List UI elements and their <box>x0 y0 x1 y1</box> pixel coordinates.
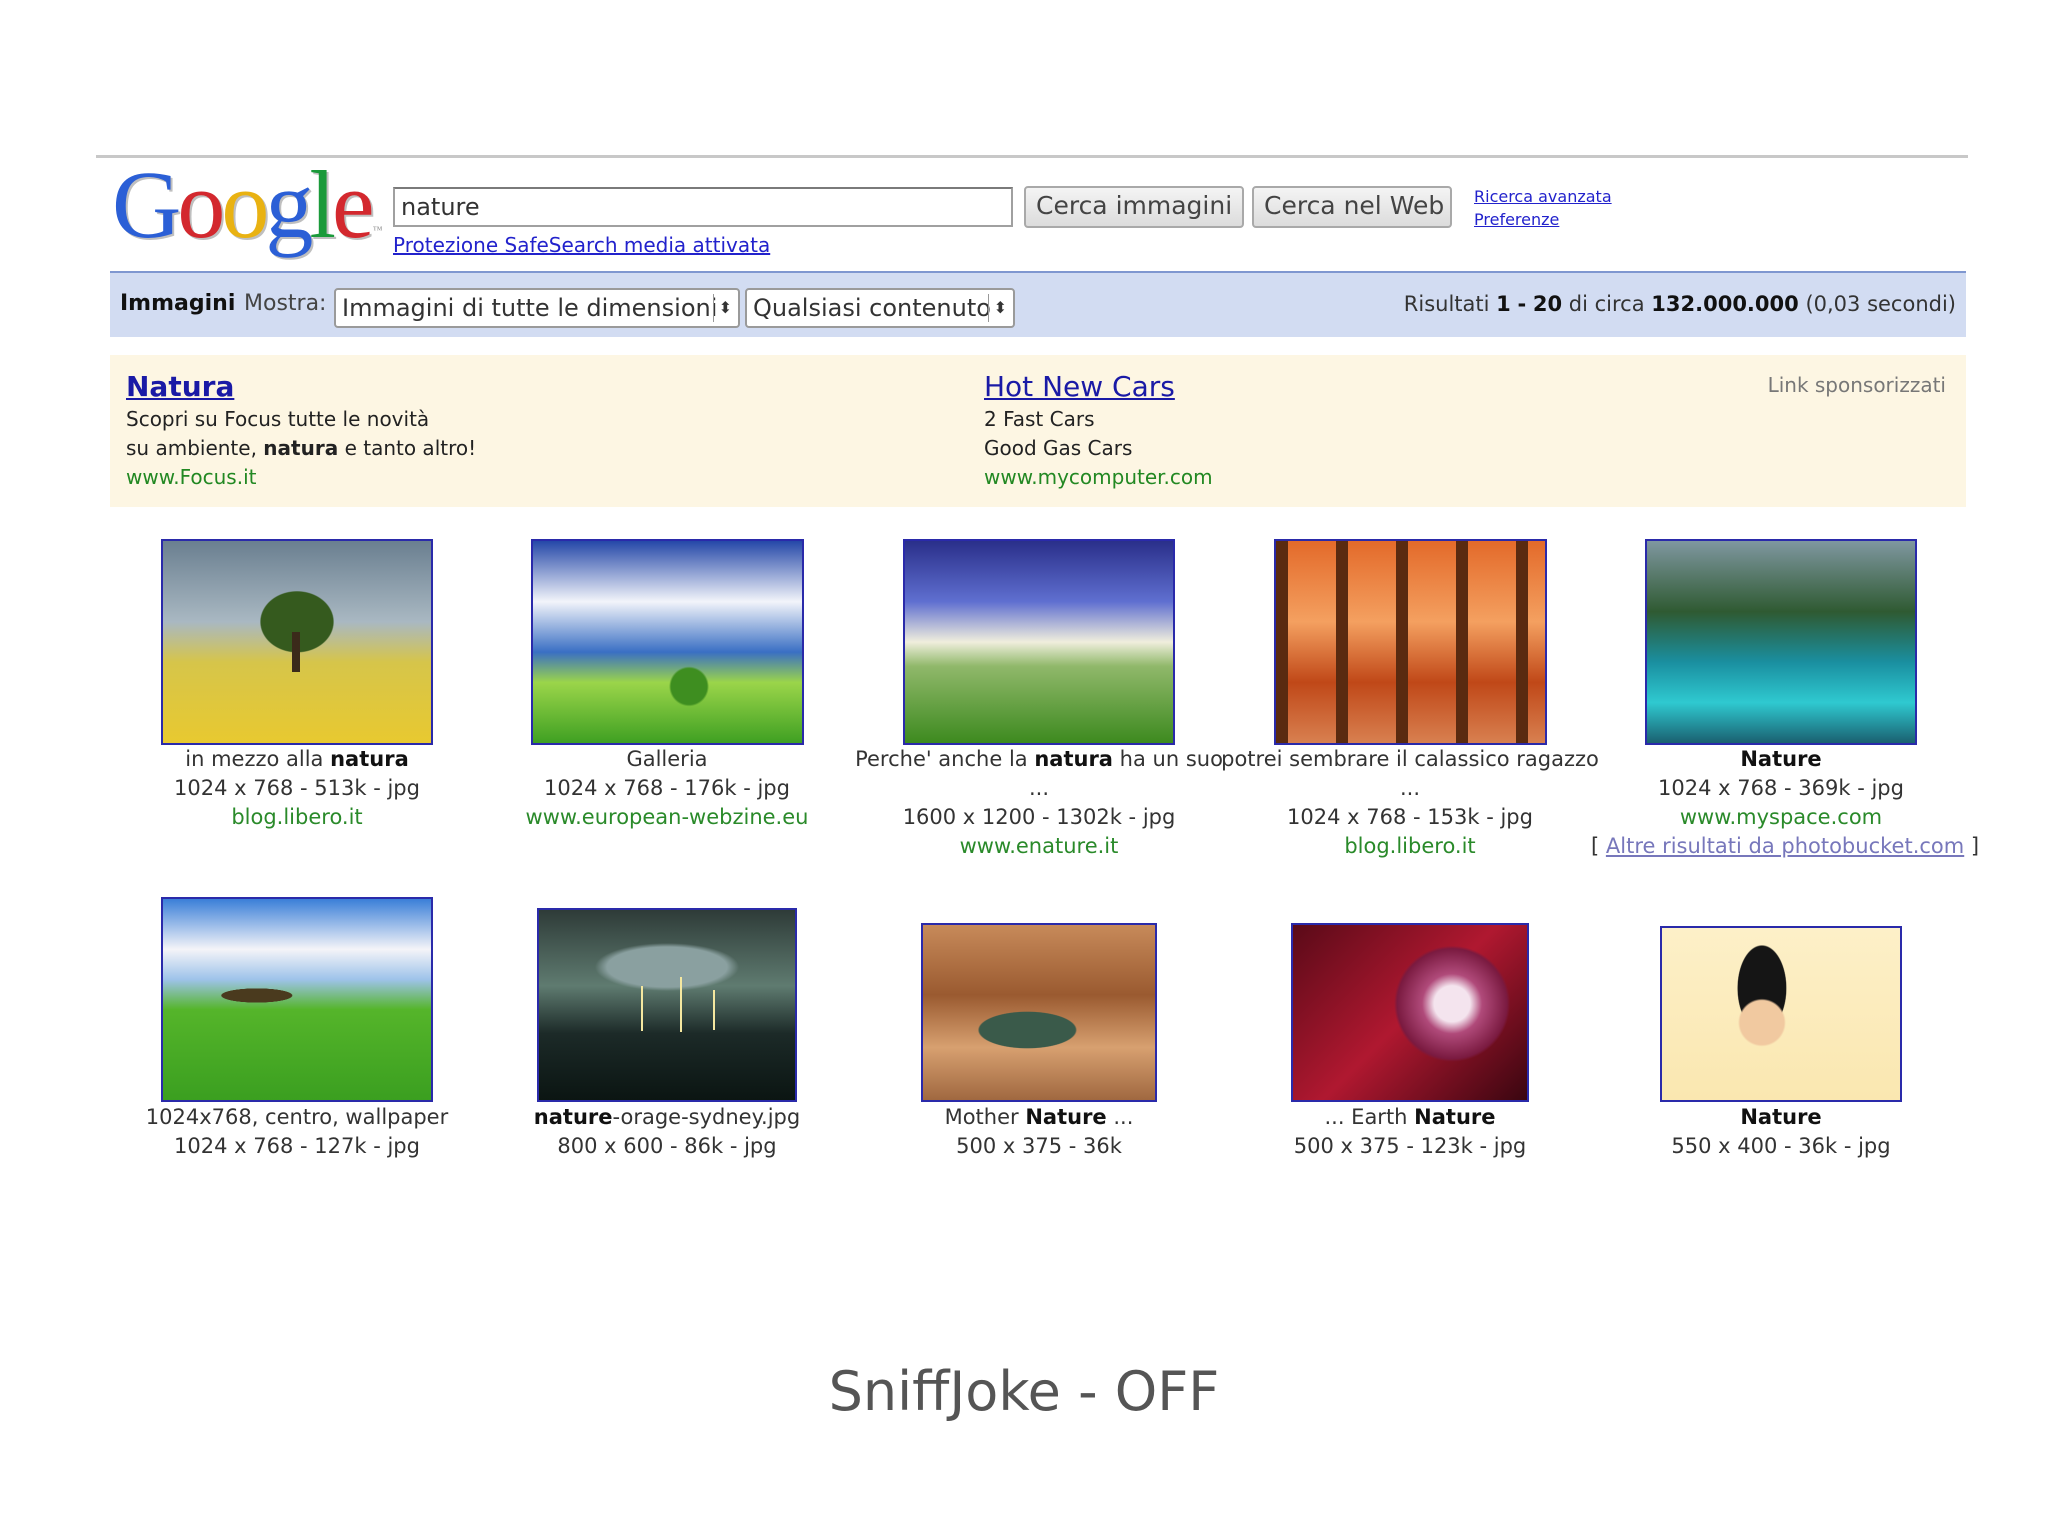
section-label: Immagini <box>120 291 236 316</box>
result-meta: 500 x 375 - 123k - jpg <box>1293 1134 1527 1158</box>
result-meta: 1024 x 768 - 513k - jpg <box>174 776 420 800</box>
result-caption: Galleria 1024 x 768 - 176k - jpg www.eur… <box>477 745 857 832</box>
result-url[interactable]: blog.libero.it <box>107 803 487 832</box>
result-title[interactable]: Mother Nature ... <box>849 1103 1229 1132</box>
show-label: Mostra: <box>244 291 327 316</box>
result-caption: nature-orage-sydney.jpg 800 x 600 - 86k … <box>477 1103 857 1161</box>
result-thumbnail[interactable] <box>921 923 1157 1102</box>
result-thumbnail[interactable] <box>531 539 804 745</box>
ad-title-link[interactable]: Hot New Cars <box>984 369 1213 405</box>
result-caption: 1024x768, centro, wallpaper 1024 x 768 -… <box>107 1103 487 1161</box>
result-thumbnail[interactable] <box>1645 539 1917 745</box>
result-meta: 500 x 375 - 36k <box>956 1134 1122 1158</box>
result-title[interactable]: nature-orage-sydney.jpg <box>477 1103 857 1132</box>
preferences-link[interactable]: Preferenze <box>1474 210 1559 229</box>
content-select-value: Qualsiasi contenuto <box>753 294 991 322</box>
result-url[interactable]: www.myspace.com <box>1591 803 1971 832</box>
result-title-cont: ... <box>1399 776 1421 800</box>
result-caption: ... Earth Nature 500 x 375 - 123k - jpg <box>1220 1103 1600 1161</box>
google-logo[interactable]: Google ™ <box>112 150 382 260</box>
result-title[interactable]: Nature <box>1591 745 1971 774</box>
search-web-button[interactable]: Cerca nel Web <box>1252 186 1452 228</box>
ad-url[interactable]: www.mycomputer.com <box>984 463 1213 492</box>
result-title[interactable]: potrei sembrare il calassico ragazzo <box>1220 745 1600 774</box>
result-caption: Nature 550 x 400 - 36k - jpg <box>1591 1103 1971 1161</box>
ad-url[interactable]: www.Focus.it <box>126 463 476 492</box>
trademark-mark: ™ <box>372 225 383 236</box>
ad-text: Good Gas Cars <box>984 436 1133 460</box>
result-thumbnail[interactable] <box>903 539 1175 745</box>
result-url[interactable]: www.enature.it <box>849 832 1229 861</box>
result-meta: 1024 x 768 - 153k - jpg <box>1287 805 1533 829</box>
result-thumbnail[interactable] <box>161 897 433 1102</box>
result-meta: 1600 x 1200 - 1302k - jpg <box>902 805 1176 829</box>
ad-cars: Hot New Cars 2 Fast Cars Good Gas Cars w… <box>984 369 1213 492</box>
more-results-link[interactable]: Altre risultati da photobucket.com <box>1606 834 1964 858</box>
size-select-value: Immagini di tutte le dimensioni <box>342 294 718 322</box>
result-title[interactable]: ... Earth Nature <box>1220 1103 1600 1132</box>
result-thumbnail[interactable] <box>1660 926 1902 1102</box>
more-results: [ Altre risultati da photobucket.com ] <box>1591 834 1980 858</box>
result-title[interactable]: Perche' anche la natura ha un suo <box>849 745 1229 774</box>
sponsored-label: Link sponsorizzati <box>1767 373 1946 397</box>
result-title[interactable]: in mezzo alla natura <box>107 745 487 774</box>
result-thumbnail[interactable] <box>161 539 433 745</box>
result-title[interactable]: Nature <box>1591 1103 1971 1132</box>
ad-text: 2 Fast Cars <box>984 407 1095 431</box>
result-meta: 550 x 400 - 36k - jpg <box>1671 1134 1891 1158</box>
result-caption: Nature 1024 x 768 - 369k - jpg www.myspa… <box>1591 745 1980 861</box>
result-title[interactable]: 1024x768, centro, wallpaper <box>107 1103 487 1132</box>
result-meta: 800 x 600 - 86k - jpg <box>557 1134 777 1158</box>
size-select[interactable]: Immagini di tutte le dimensioni ⬍ <box>334 288 740 328</box>
ad-text: Scopri su Focus tutte le novità <box>126 407 430 431</box>
result-thumbnail[interactable] <box>1274 539 1547 745</box>
result-meta: 1024 x 768 - 176k - jpg <box>544 776 790 800</box>
results-bar: Immagini Mostra: Immagini di tutte le di… <box>110 271 1966 337</box>
search-images-button[interactable]: Cerca immagini <box>1024 186 1244 228</box>
ad-text: su ambiente, natura e tanto altro! <box>126 436 477 460</box>
safesearch-link[interactable]: Protezione SafeSearch media attivata <box>393 233 770 257</box>
result-meta: 1024 x 768 - 369k - jpg <box>1658 776 1904 800</box>
content-select[interactable]: Qualsiasi contenuto ⬍ <box>745 288 1015 328</box>
advanced-search-link[interactable]: Ricerca avanzata <box>1474 187 1612 206</box>
result-url[interactable]: www.european-webzine.eu <box>477 803 857 832</box>
result-caption: potrei sembrare il calassico ragazzo ...… <box>1220 745 1600 861</box>
results-count: Risultati 1 - 20 di circa 132.000.000 (0… <box>1403 292 1956 316</box>
select-arrows-icon: ⬍ <box>993 298 1007 317</box>
result-thumbnail[interactable] <box>1291 923 1529 1102</box>
result-meta: 1024 x 768 - 127k - jpg <box>174 1134 420 1158</box>
result-caption: Mother Nature ... 500 x 375 - 36k <box>849 1103 1229 1161</box>
slide-title: SniffJoke - OFF <box>828 1360 1220 1423</box>
ad-natura: Natura Scopri su Focus tutte le novità s… <box>126 369 476 492</box>
result-title[interactable]: Galleria <box>477 745 857 774</box>
result-title-cont: ... <box>1028 776 1050 800</box>
select-arrows-icon: ⬍ <box>718 298 732 317</box>
sponsored-links-box: Natura Scopri su Focus tutte le novità s… <box>110 355 1966 507</box>
select-separator <box>713 294 714 322</box>
ad-title-link[interactable]: Natura <box>126 369 476 405</box>
result-caption: in mezzo alla natura 1024 x 768 - 513k -… <box>107 745 487 832</box>
search-input[interactable] <box>393 187 1013 227</box>
select-separator <box>988 294 989 322</box>
result-caption: Perche' anche la natura ha un suo ... 16… <box>849 745 1229 861</box>
result-url[interactable]: blog.libero.it <box>1220 832 1600 861</box>
result-thumbnail[interactable] <box>537 908 797 1102</box>
